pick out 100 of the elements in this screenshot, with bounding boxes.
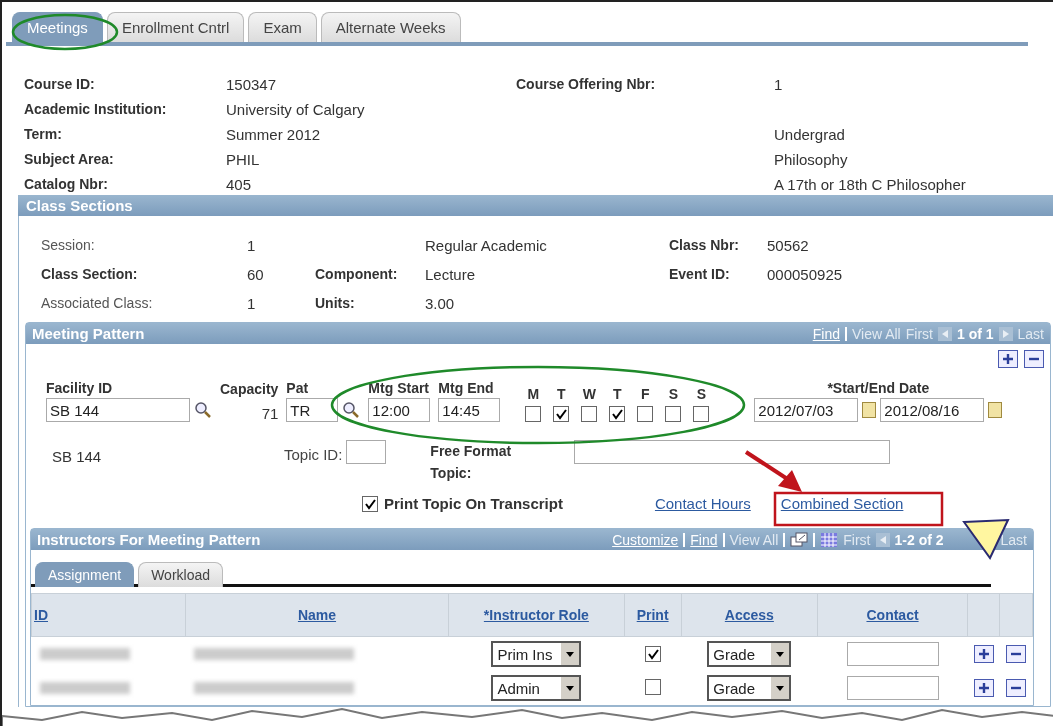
free-format-topic-field[interactable] [574,440,891,464]
field-value: 1 [247,295,257,312]
column-header[interactable]: Name [297,607,337,623]
print-checkbox[interactable] [644,645,661,662]
day-label: S [668,386,679,402]
field-label: Pat [286,380,310,396]
combined-section-link[interactable]: Combined Section [780,495,904,512]
field-label: Mtg Start [368,380,431,396]
end-date-field[interactable]: 2012/08/16 [880,398,985,422]
field-label: Mtg End [438,380,495,396]
field-value: 150347 [226,76,278,93]
end-time-field[interactable]: 14:45 [438,398,501,422]
field-label: Term: [24,126,63,143]
field-value: 000050925 [767,266,844,283]
field-value: Undergrad [774,126,846,143]
day-label: W [582,386,596,402]
role-dropdown[interactable]: Prim Ins [491,641,582,667]
field-value: Regular Academic [425,237,548,254]
section-header: Instructors For Meeting Pattern [37,531,261,548]
field-label: Free Format Topic: [430,442,513,483]
day-label: F [641,386,650,402]
field-value: Summer 2012 [226,126,322,143]
print-checkbox[interactable] [644,678,661,695]
field-value: 1 [247,237,257,254]
day-checkbox[interactable] [525,406,542,422]
calendar-icon[interactable] [862,402,877,418]
field-label: Subject Area: [24,151,115,168]
row-count: 1 of 1 [956,325,994,342]
checkbox[interactable] [362,495,378,512]
previous-icon [937,326,952,341]
capacity-value: 71 [260,404,279,422]
field-label: Facility ID [46,380,114,396]
field-value: 405 [226,176,253,193]
role-dropdown[interactable]: Admin [491,675,582,701]
field-label: Units: [315,295,356,312]
column-header[interactable]: Access [724,607,774,623]
field-label: *Start/End Date [826,380,931,396]
caret-icon[interactable] [771,643,790,665]
tab[interactable]: Alternate Weeks [320,12,461,42]
day-checkbox[interactable] [665,406,682,422]
section-header: Class Sections [18,195,1053,216]
day-label: S [696,386,707,402]
new-window-icon[interactable] [790,531,809,548]
search-icon[interactable] [342,401,361,419]
checkbox-label: Print Topic On Transcript [384,495,563,512]
column-header[interactable]: Contact [866,607,919,623]
search-icon[interactable] [194,401,212,419]
field-value: Lecture [425,266,477,283]
topic-id-field[interactable] [346,440,387,464]
day-checkbox[interactable] [581,406,598,422]
field-label: Class Nbr: [669,237,741,254]
next-icon [998,326,1013,341]
field-value: PHIL [226,151,261,168]
field-label: Session: [41,237,96,254]
plus-icon[interactable] [977,648,990,660]
previous-icon [875,532,890,547]
field-label: Class Section: [41,266,139,283]
contact-field[interactable] [846,676,939,700]
field-label: Course Offering Nbr: [516,76,657,93]
day-checkbox[interactable] [609,406,626,422]
field-label: Topic ID: [284,445,343,463]
start-time-field[interactable]: 12:00 [368,398,431,422]
calendar-icon[interactable] [988,402,1003,418]
day-checkbox[interactable] [693,406,710,422]
caret-icon[interactable] [771,677,790,699]
pointer-arrow [744,450,802,492]
field-value: University of Calgary [226,101,366,118]
plus-icon[interactable] [1002,353,1014,365]
contact-hours-link[interactable]: Contact Hours [654,495,751,512]
field-label: Course ID: [24,76,96,93]
field-value: A 17th or 18th C Philosopher [774,176,967,193]
field-value: 50562 [767,237,810,254]
access-dropdown[interactable]: Grade [707,675,792,701]
tab[interactable]: Workload [138,562,224,587]
tab[interactable]: Enrollment Cntrl [106,12,245,42]
field-value: 1 [774,76,784,93]
field-value: 60 [247,266,265,283]
row-count: 1-2 of 2 [894,531,944,548]
column-header[interactable]: ID [34,607,48,623]
field-label: Catalog Nbr: [24,176,109,193]
facility-description: SB 144 [52,447,103,465]
day-checkbox[interactable] [637,406,654,422]
contact-field[interactable] [846,642,939,666]
field-label: Event ID: [669,266,731,283]
plus-icon[interactable] [977,682,990,694]
caret-icon[interactable] [561,677,580,699]
grid-icon[interactable] [820,531,839,548]
start-date-field[interactable]: 2012/07/03 [754,398,859,422]
access-dropdown[interactable]: Grade [707,641,792,667]
day-checkbox[interactable] [553,406,570,422]
field-label: Component: [315,266,399,283]
field-label: Capacity [220,381,279,397]
section-header: Meeting Pattern [32,325,145,342]
caret-icon[interactable] [561,643,580,665]
facility-id-field[interactable]: SB 144 [46,398,190,422]
field-value: Philosophy [774,151,849,168]
day-label: T [557,386,566,402]
tab[interactable]: Exam [248,12,317,42]
day-label: M [527,386,540,402]
pattern-field[interactable]: TR [286,398,339,422]
